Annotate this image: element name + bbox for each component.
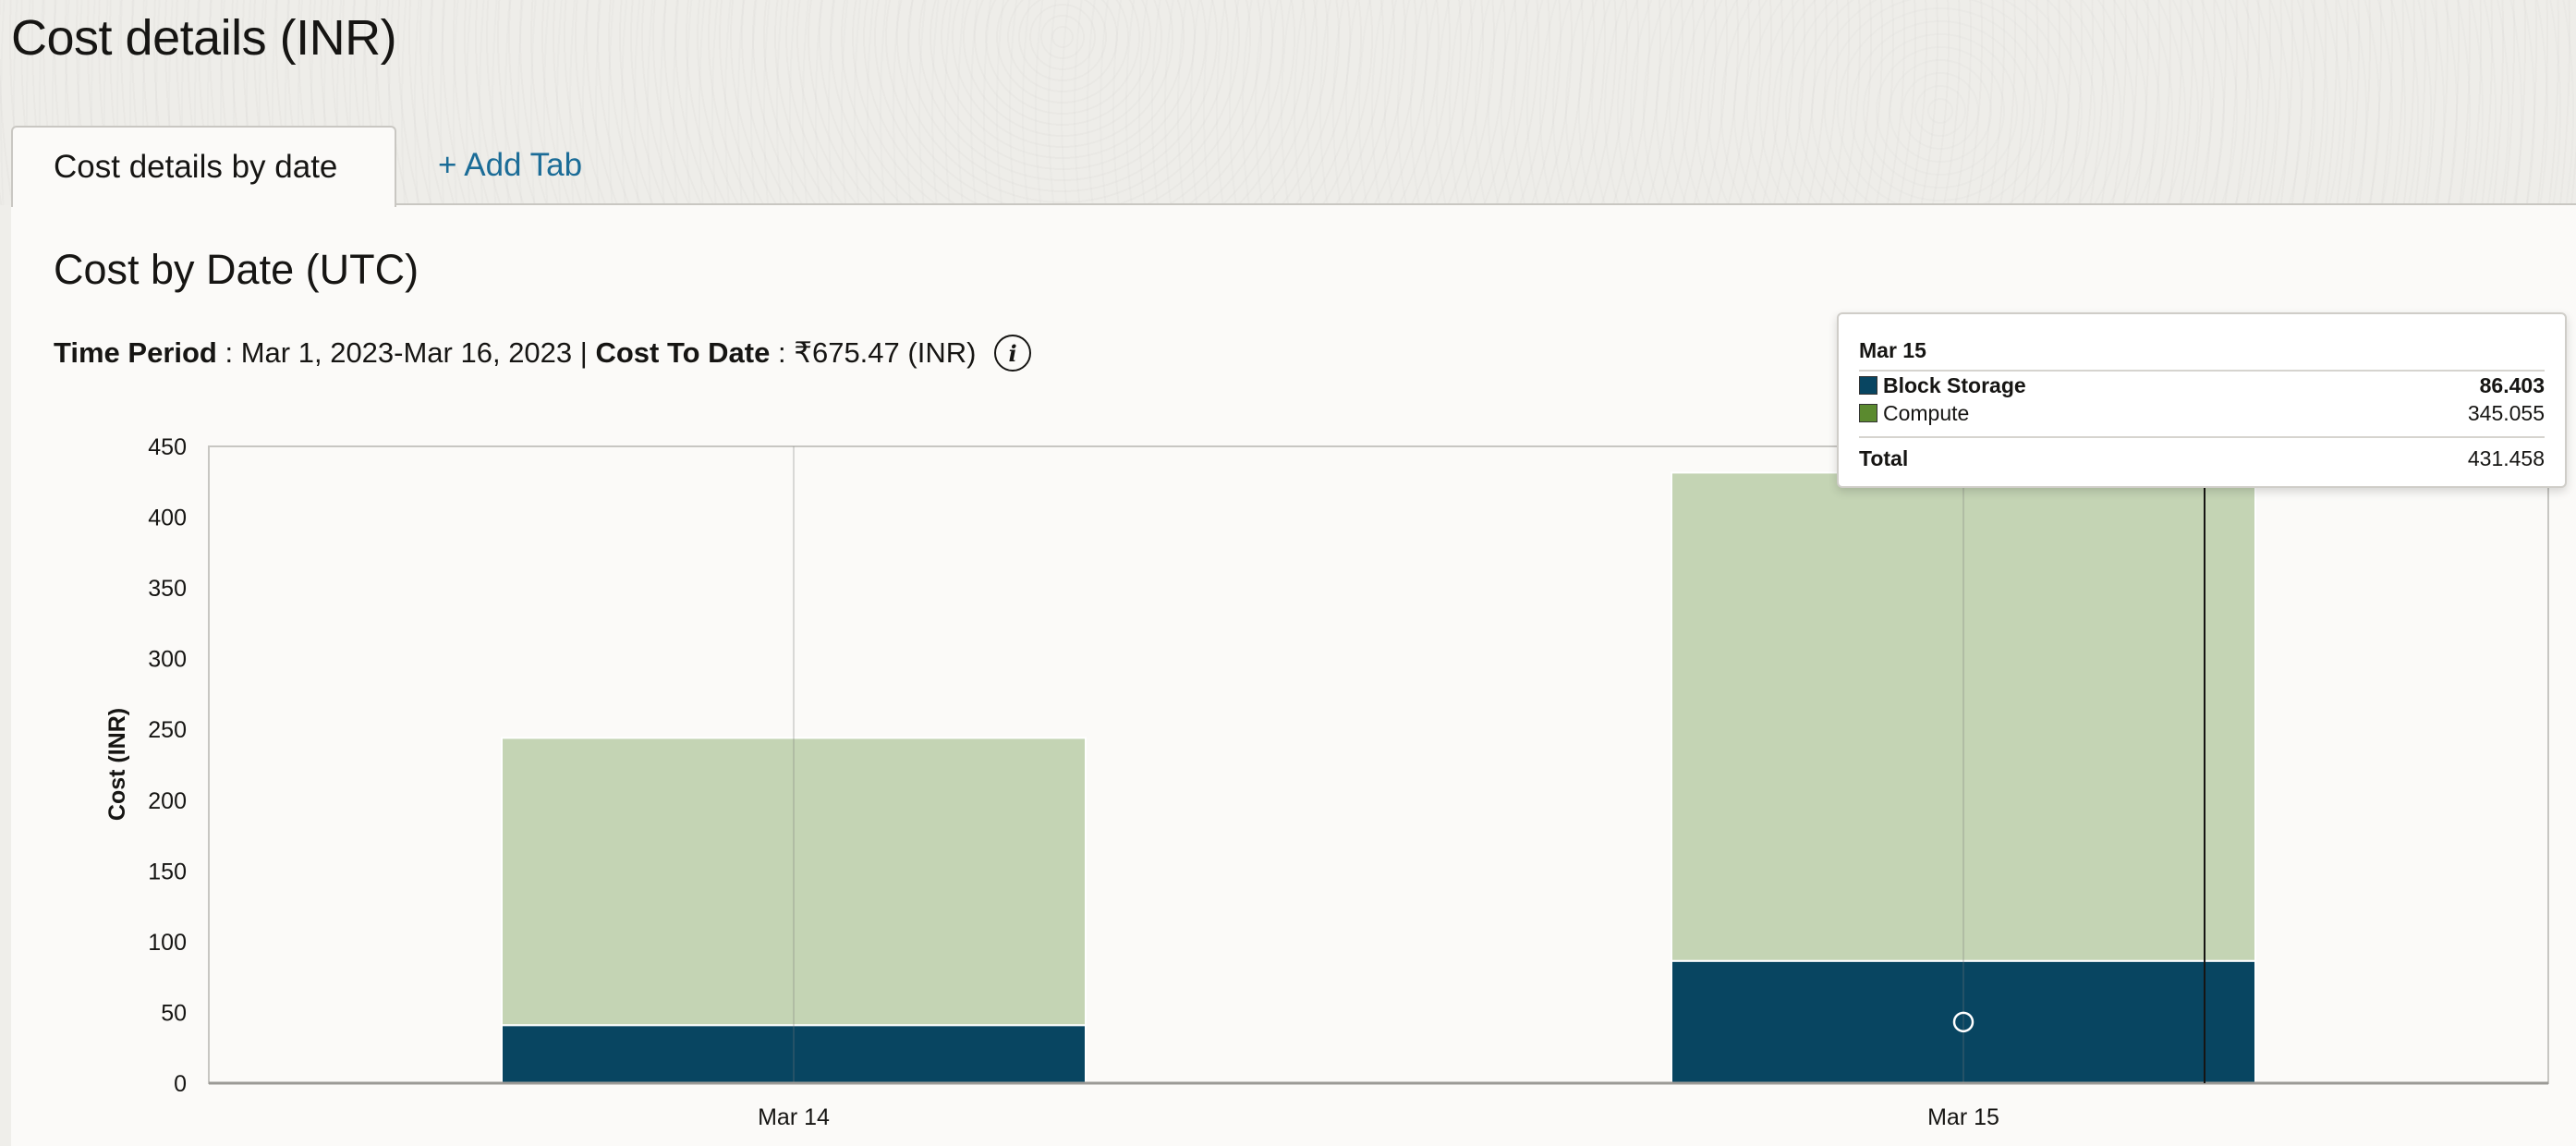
y-tick-label: 150 bbox=[148, 859, 187, 884]
tooltip-series-name: Block Storage bbox=[1883, 372, 2026, 397]
y-tick-label: 400 bbox=[148, 506, 187, 531]
chart-tooltip: Mar 15 Block Storage 86.403 Compute 345.… bbox=[1837, 312, 2567, 488]
tooltip-series-value: 345.055 bbox=[2467, 400, 2545, 425]
compute-swatch bbox=[1859, 404, 1877, 422]
x-tick-label: Mar 15 bbox=[1927, 1104, 1999, 1130]
tooltip-series-value: 86.403 bbox=[2479, 372, 2545, 397]
y-tick-label: 100 bbox=[148, 930, 187, 956]
y-tick-label: 50 bbox=[161, 1000, 187, 1026]
y-tick-label: 200 bbox=[148, 788, 187, 814]
y-tick-label: 300 bbox=[148, 647, 187, 673]
y-tick-label: 350 bbox=[148, 576, 187, 602]
tooltip-row-block-storage: Block Storage 86.403 bbox=[1859, 372, 2545, 399]
tab-cost-details-by-date[interactable]: Cost details by date bbox=[11, 126, 396, 207]
tooltip-total-label: Total bbox=[1859, 445, 1909, 470]
y-axis-label: Cost (INR) bbox=[104, 708, 130, 821]
y-tick-label: 250 bbox=[148, 717, 187, 743]
tooltip-total-row: Total 431.458 bbox=[1859, 445, 2545, 472]
y-tick-label: 450 bbox=[148, 434, 187, 460]
tooltip-date: Mar 15 bbox=[1859, 338, 1926, 362]
y-tick-label: 0 bbox=[174, 1071, 187, 1097]
tooltip-series-name: Compute bbox=[1883, 400, 1970, 425]
tab-label: Cost details by date bbox=[54, 149, 338, 185]
x-tick-label: Mar 14 bbox=[758, 1104, 830, 1130]
tooltip-row-compute: Compute 345.055 bbox=[1859, 399, 2545, 427]
tooltip-divider bbox=[1859, 436, 2545, 438]
tooltip-total-value: 431.458 bbox=[2467, 445, 2545, 470]
block-storage-swatch bbox=[1859, 376, 1877, 395]
